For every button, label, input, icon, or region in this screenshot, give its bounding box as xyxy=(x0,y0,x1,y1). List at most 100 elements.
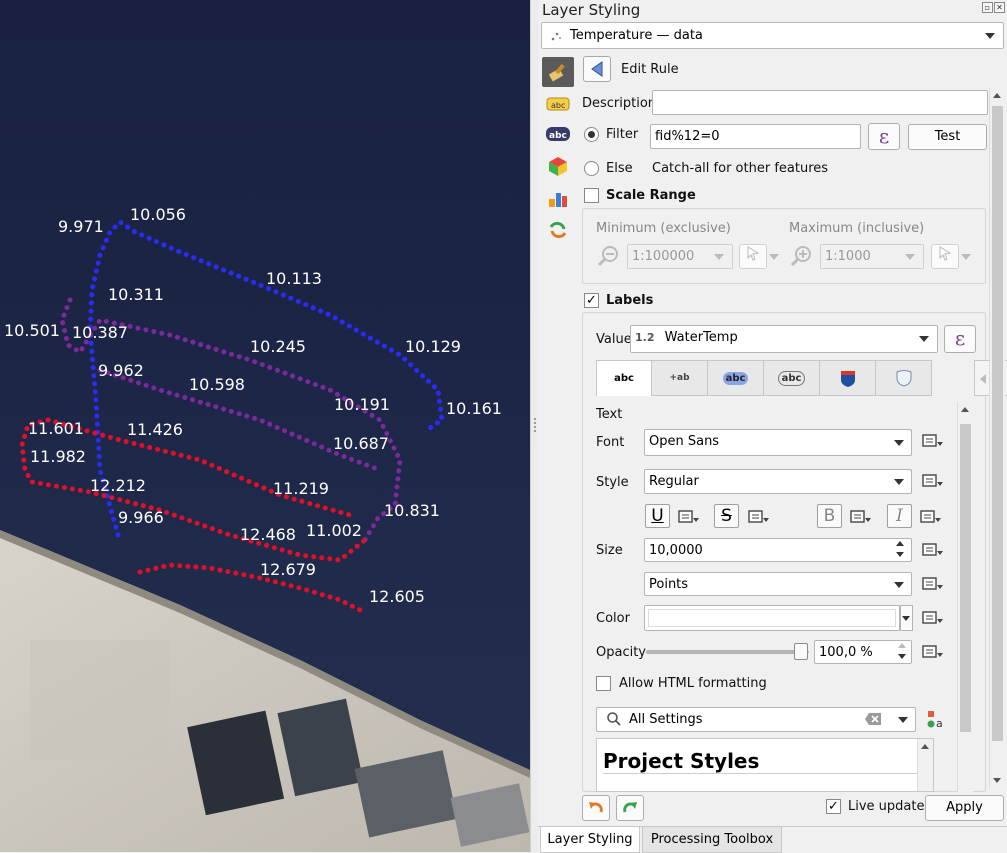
map-label: 11.601 xyxy=(28,419,84,438)
value-field-combo[interactable]: 1.2 WaterTemp xyxy=(630,325,938,353)
data-defined-override-button[interactable] xyxy=(848,506,874,528)
chevron-left-icon xyxy=(980,374,986,384)
map-canvas[interactable]: 9.971 10.056 10.113 10.311 10.501 10.387… xyxy=(0,0,530,852)
style-combo[interactable]: Regular xyxy=(644,469,912,494)
map-label: 9.962 xyxy=(98,361,144,380)
svg-text:abc: abc xyxy=(551,101,565,110)
back-button[interactable] xyxy=(583,56,611,82)
data-defined-override-button[interactable] xyxy=(920,430,946,452)
map-label: 10.687 xyxy=(333,434,389,453)
else-radio[interactable] xyxy=(584,161,599,176)
scroll-thumb[interactable] xyxy=(992,106,1003,741)
tab-text[interactable]: abc xyxy=(596,360,652,396)
current-scale-button[interactable] xyxy=(931,244,959,269)
symbology-tool[interactable] xyxy=(542,57,574,87)
map-label: 10.056 xyxy=(130,205,186,224)
rule-scrollbar[interactable] xyxy=(989,88,1005,788)
data-defined-override-button[interactable] xyxy=(920,641,946,663)
cube-icon xyxy=(549,157,567,176)
font-combo[interactable]: Open Sans xyxy=(644,429,912,456)
expression-button[interactable]: ε xyxy=(868,123,900,150)
filter-radio[interactable] xyxy=(584,127,599,142)
data-defined-override-button[interactable] xyxy=(920,607,946,629)
data-defined-override-button[interactable] xyxy=(920,573,946,595)
close-icon[interactable]: ✕ xyxy=(994,2,1005,13)
tab-layer-styling[interactable]: Layer Styling xyxy=(540,827,640,853)
scale-range-label: Scale Range xyxy=(606,188,696,203)
data-defined-icon xyxy=(922,543,943,556)
data-defined-override-button[interactable] xyxy=(920,539,946,561)
tab-callouts[interactable] xyxy=(876,360,932,396)
style-list-scrollbar[interactable] xyxy=(917,739,933,791)
tab-processing-toolbox[interactable]: Processing Toolbox xyxy=(642,827,782,853)
zoom-out-icon xyxy=(597,246,618,267)
value-expression-button[interactable]: ε xyxy=(944,325,976,353)
undo-button[interactable] xyxy=(582,795,610,821)
single-labels-tool[interactable]: abc xyxy=(542,89,574,119)
opacity-slider-track[interactable] xyxy=(646,650,809,654)
data-defined-override-button[interactable] xyxy=(676,506,702,528)
redo-button[interactable] xyxy=(616,795,644,821)
size-spinbox[interactable]: 10,0000 xyxy=(644,538,912,562)
float-icon[interactable]: ▫ xyxy=(982,2,993,13)
data-defined-icon xyxy=(922,645,943,658)
spin-up-icon[interactable] xyxy=(898,643,906,648)
layer-styling-panel: Layer Styling ▫ ✕ Temperature — data abc xyxy=(538,0,1007,853)
spin-up-icon[interactable] xyxy=(896,541,904,546)
labels-tool[interactable]: abc xyxy=(542,119,574,149)
layer-selector[interactable]: Temperature — data xyxy=(541,22,1004,49)
map-label: 11.219 xyxy=(273,479,329,498)
filter-input[interactable]: fid%12=0 xyxy=(650,124,861,149)
map-label: 12.212 xyxy=(90,476,146,495)
strikeout-button[interactable]: S xyxy=(714,504,739,528)
current-scale-button[interactable] xyxy=(739,244,767,269)
scroll-down-icon xyxy=(993,778,1001,783)
value-field-name: WaterTemp xyxy=(664,330,738,345)
style-manager-icon[interactable]: a xyxy=(926,709,946,729)
data-defined-override-button[interactable] xyxy=(746,506,772,528)
data-defined-icon xyxy=(850,510,871,523)
panel-splitter[interactable] xyxy=(530,0,538,852)
live-update-checkbox[interactable]: ✓ xyxy=(826,799,841,814)
data-defined-override-button[interactable] xyxy=(918,506,944,528)
test-button[interactable]: Test xyxy=(908,124,987,150)
description-input[interactable] xyxy=(652,90,988,115)
style-library-list[interactable]: Project Styles xyxy=(596,738,934,792)
bold-button[interactable]: B xyxy=(817,504,842,528)
spin-down-icon[interactable] xyxy=(896,552,904,557)
tab-formatting[interactable]: +ab xyxy=(652,360,708,396)
data-defined-override-button[interactable] xyxy=(920,470,946,492)
zoom-in-icon xyxy=(790,246,811,267)
scroll-thumb[interactable] xyxy=(960,424,971,732)
history-tool[interactable] xyxy=(542,215,574,245)
clear-icon[interactable] xyxy=(864,712,882,726)
color-button[interactable] xyxy=(644,605,900,631)
opacity-slider-handle[interactable] xyxy=(794,643,808,660)
italic-button[interactable]: I xyxy=(887,504,912,528)
map-label: 10.501 xyxy=(4,321,60,340)
diagrams-tool[interactable] xyxy=(542,183,574,213)
scale-range-checkbox[interactable] xyxy=(584,188,599,203)
tab-buffer[interactable]: abc xyxy=(708,360,764,396)
panel-title: Layer Styling xyxy=(542,1,641,19)
labels-scrollbar[interactable] xyxy=(957,402,973,792)
splitter-grip xyxy=(534,418,536,432)
3d-view-tool[interactable] xyxy=(542,151,574,181)
apply-button[interactable]: Apply xyxy=(925,795,1004,821)
tab-background[interactable]: abc xyxy=(764,360,820,396)
size-units-combo[interactable]: Points xyxy=(644,572,912,596)
title-buttons: ▫ ✕ xyxy=(982,2,1005,13)
live-update-label: Live update xyxy=(848,799,925,814)
spin-down-icon[interactable] xyxy=(898,654,906,659)
tab-shadow[interactable] xyxy=(820,360,876,396)
chevron-down-icon xyxy=(961,254,971,260)
style-label: Style xyxy=(596,475,629,490)
color-menu-button[interactable] xyxy=(900,605,913,631)
divider xyxy=(603,773,921,774)
chevron-down-icon xyxy=(985,33,995,39)
color-swatch xyxy=(648,609,896,627)
underline-button[interactable]: U xyxy=(645,504,670,528)
map-label: 10.311 xyxy=(108,285,164,304)
labels-checkbox[interactable]: ✓ xyxy=(584,293,599,308)
allow-html-checkbox[interactable] xyxy=(596,676,611,691)
